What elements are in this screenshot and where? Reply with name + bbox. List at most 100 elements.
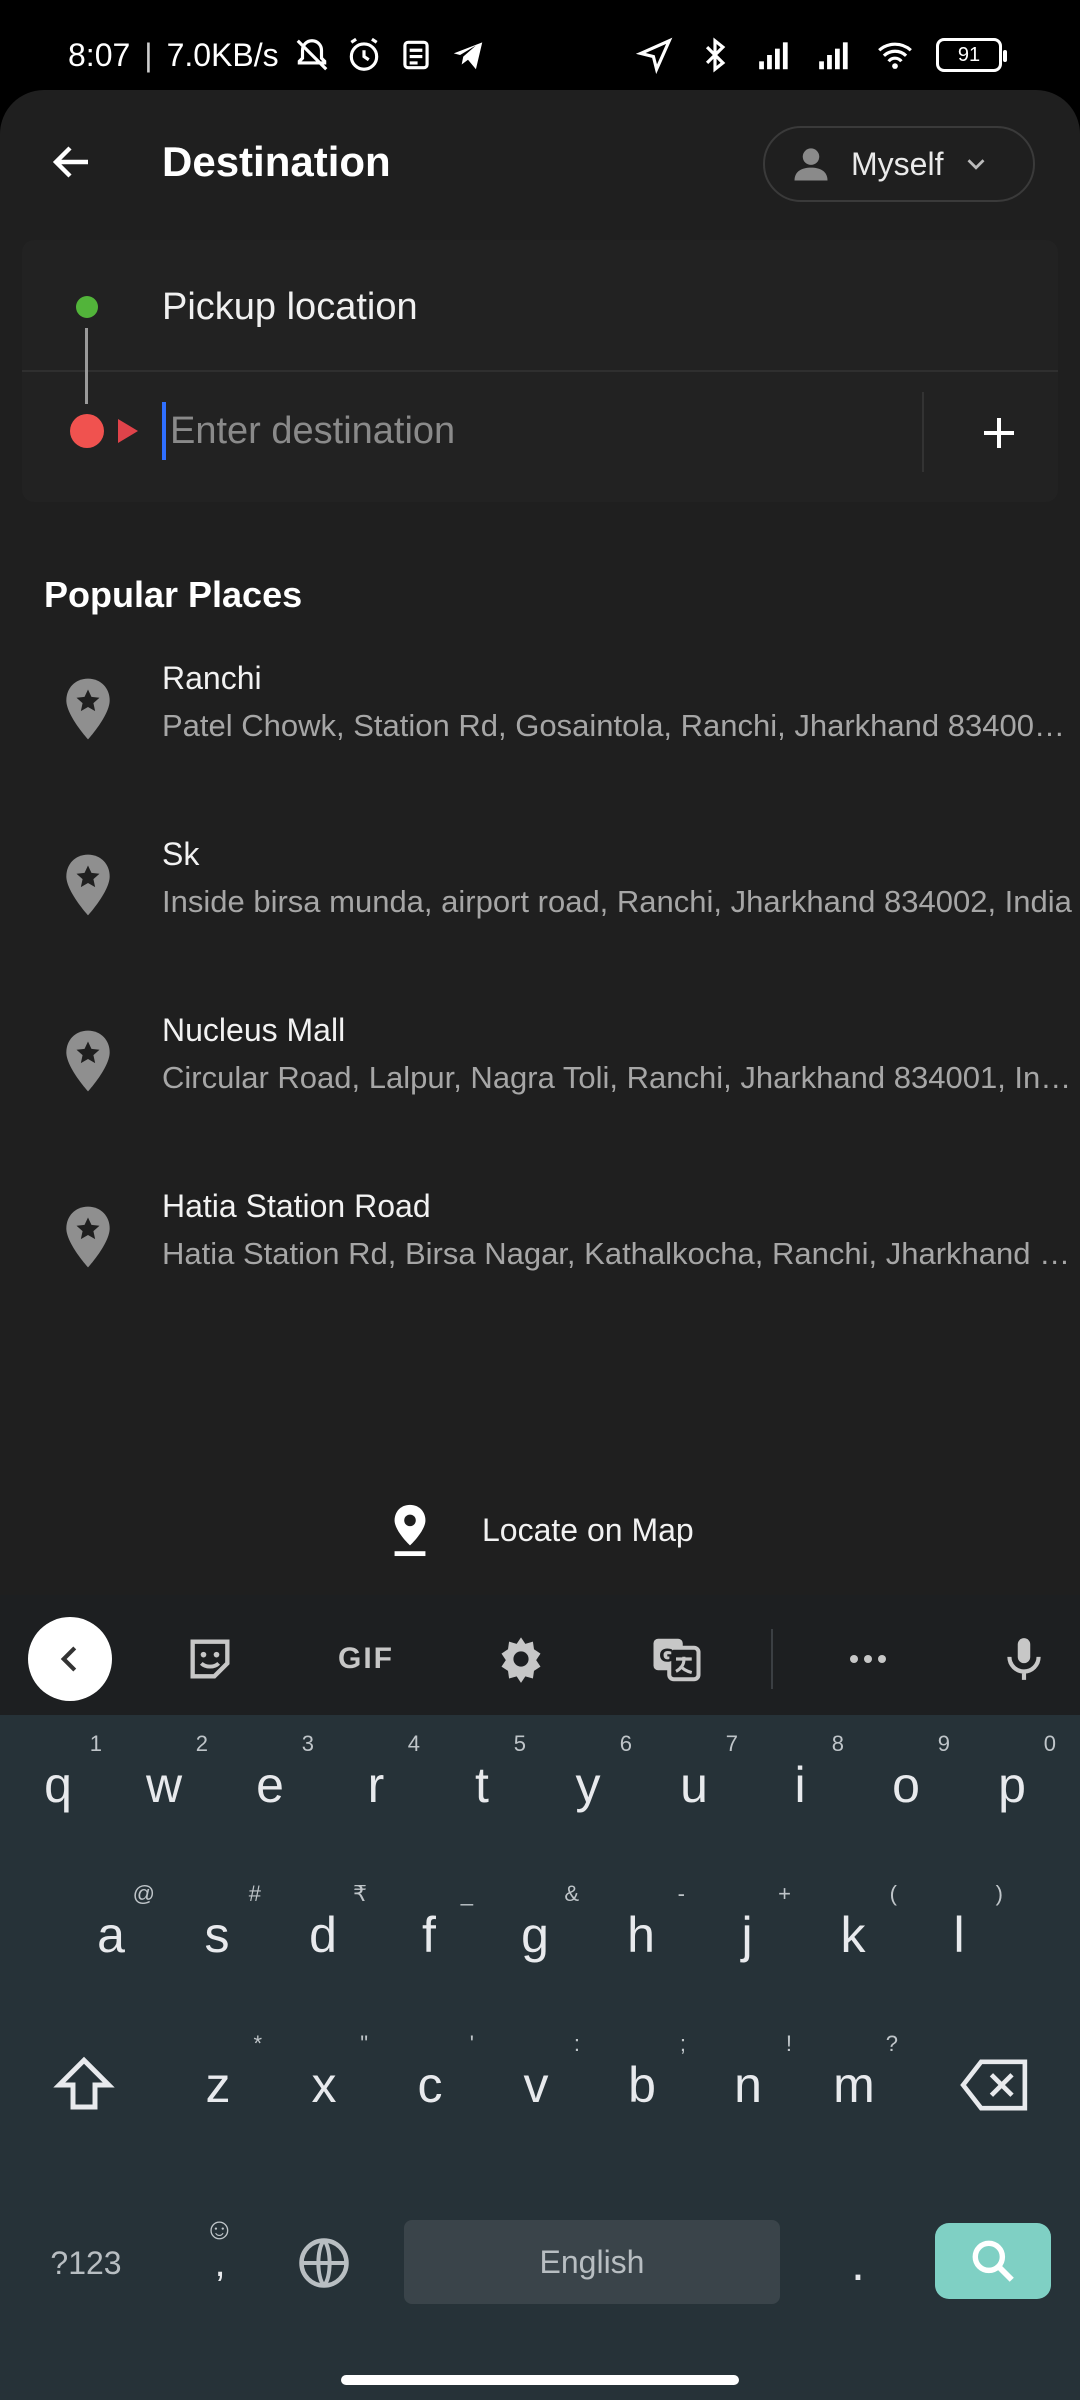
key-i[interactable]: i8 — [750, 1715, 850, 1855]
key-hint: ( — [889, 1881, 897, 1906]
key-label: v — [523, 2057, 549, 2113]
key-hint: 6 — [619, 1731, 632, 1756]
key-hint: ₹ — [353, 1881, 367, 1906]
language-key[interactable] — [274, 2193, 374, 2333]
key-o[interactable]: o9 — [856, 1715, 956, 1855]
status-separator: | — [144, 36, 153, 73]
key-label: e — [256, 1757, 284, 1813]
key-hint: " — [360, 2031, 368, 2056]
backspace-icon — [960, 2059, 1028, 2111]
place-address: Inside birsa munda, airport road, Ranchi… — [162, 884, 1072, 919]
key-b[interactable]: b; — [592, 2015, 692, 2155]
bluetooth-icon — [705, 37, 726, 73]
status-right: 91 — [636, 36, 1007, 74]
battery-icon: 91 — [936, 38, 1007, 72]
key-hint: : — [573, 2031, 580, 2056]
key-p[interactable]: p0 — [962, 1715, 1062, 1855]
more-options-button[interactable] — [826, 1617, 910, 1701]
key-z[interactable]: z * — [168, 2015, 268, 2155]
key-t[interactable]: t5 — [432, 1715, 532, 1855]
rider-selector-button[interactable]: Myself — [763, 126, 1035, 202]
place-name: Hatia Station Road — [162, 1188, 431, 1224]
key-a[interactable]: a @ — [61, 1865, 161, 2005]
place-item-ranchi[interactable]: Ranchi Patel Chowk, Station Rd, Gosainto… — [0, 650, 1080, 826]
key-label: , — [214, 2240, 226, 2285]
page-title: Destination — [162, 138, 391, 185]
key-h[interactable]: h- — [591, 1865, 691, 2005]
key-hint: - — [677, 1881, 685, 1906]
key-y[interactable]: y6 — [538, 1715, 638, 1855]
key-r[interactable]: r4 — [326, 1715, 426, 1855]
key-k[interactable]: k( — [803, 1865, 903, 2005]
place-name: Ranchi — [162, 660, 262, 696]
rider-label: Myself — [851, 145, 944, 182]
destination-input[interactable] — [162, 402, 922, 460]
header: Destination Myself — [0, 90, 1080, 240]
divider — [922, 392, 924, 472]
settings-button[interactable] — [479, 1617, 563, 1701]
place-item-hatia-station-road[interactable]: Hatia Station Road Hatia Station Rd, Bir… — [0, 1178, 1080, 1354]
symbols-key[interactable]: ?123 — [34, 2193, 138, 2333]
key-hint: ; — [679, 2031, 686, 2056]
locate-on-map-button[interactable]: Locate on Map — [390, 1500, 694, 1560]
key-hint: 2 — [195, 1731, 208, 1756]
period-key[interactable]: . — [808, 2193, 908, 2333]
voice-input-button[interactable] — [982, 1617, 1066, 1701]
destination-dot-icon — [70, 414, 104, 448]
destination-pointer-icon — [118, 419, 138, 443]
keyboard-collapse-button[interactable] — [28, 1617, 112, 1701]
shift-icon — [53, 2056, 115, 2110]
add-stop-button[interactable] — [966, 400, 1032, 466]
key-label: y — [575, 1757, 601, 1813]
chevron-left-icon — [60, 1646, 77, 1672]
sticker-button[interactable] — [168, 1617, 252, 1701]
comma-key[interactable]: , ☺ — [170, 2193, 270, 2333]
key-m[interactable]: m? — [804, 2015, 904, 2155]
key-d[interactable]: d ₹ — [273, 1865, 373, 2005]
place-item-sk[interactable]: Sk Inside birsa munda, airport road, Ran… — [0, 826, 1080, 1002]
key-w[interactable]: w2 — [114, 1715, 214, 1855]
key-hint: ' — [469, 2031, 474, 2056]
space-bar[interactable]: English — [404, 2220, 780, 2304]
search-key[interactable] — [935, 2223, 1051, 2299]
network-speed: 7.0KB/s — [166, 36, 279, 73]
key-label: c — [417, 2057, 443, 2113]
key-label: m — [833, 2057, 875, 2113]
navigation-bar — [0, 2355, 1080, 2400]
key-n[interactable]: n! — [698, 2015, 798, 2155]
notes-icon — [402, 40, 429, 70]
pickup-location-field[interactable]: Pickup location — [162, 286, 418, 329]
back-button[interactable] — [40, 130, 104, 194]
key-hint: 0 — [1043, 1731, 1056, 1756]
key-hint: ! — [785, 2031, 792, 2056]
key-hint: 4 — [407, 1731, 420, 1756]
wifi-icon — [878, 42, 912, 69]
key-hint: * — [253, 2031, 262, 2056]
gif-button[interactable]: GIF — [324, 1617, 408, 1701]
key-label: l — [953, 1907, 965, 1963]
shift-key[interactable] — [34, 2015, 134, 2155]
place-address: Circular Road, Lalpur, Nagra Toli, Ranch… — [162, 1060, 1074, 1095]
key-f[interactable]: f _ — [379, 1865, 479, 2005]
key-j[interactable]: j + — [697, 1865, 797, 2005]
status-bar: 8:07 | 7.0KB/s 91 — [0, 0, 1080, 90]
key-label: b — [628, 2057, 656, 2113]
key-l[interactable]: l) — [909, 1865, 1009, 2005]
alarm-icon — [349, 37, 378, 71]
key-c[interactable]: c ' — [380, 2015, 480, 2155]
key-s[interactable]: s # — [167, 1865, 267, 2005]
key-x[interactable]: x " — [274, 2015, 374, 2155]
destination-screen: Destination Myself Pickup location Popul… — [0, 90, 1080, 1595]
backspace-key[interactable] — [944, 2015, 1044, 2155]
home-indicator[interactable] — [341, 2375, 739, 2385]
star-pin-icon — [66, 1206, 110, 1268]
key-g[interactable]: g & — [485, 1865, 585, 2005]
key-u[interactable]: u7 — [644, 1715, 744, 1855]
pickup-row[interactable]: Pickup location — [22, 240, 1058, 372]
place-item-nucleus-mall[interactable]: Nucleus Mall Circular Road, Lalpur, Nagr… — [0, 1002, 1080, 1178]
key-v[interactable]: v: — [486, 2015, 586, 2155]
key-q[interactable]: q1 — [8, 1715, 108, 1855]
emoji-icon: ☺ — [204, 2213, 235, 2246]
translate-button[interactable]: G — [634, 1617, 718, 1701]
key-e[interactable]: e3 — [220, 1715, 320, 1855]
